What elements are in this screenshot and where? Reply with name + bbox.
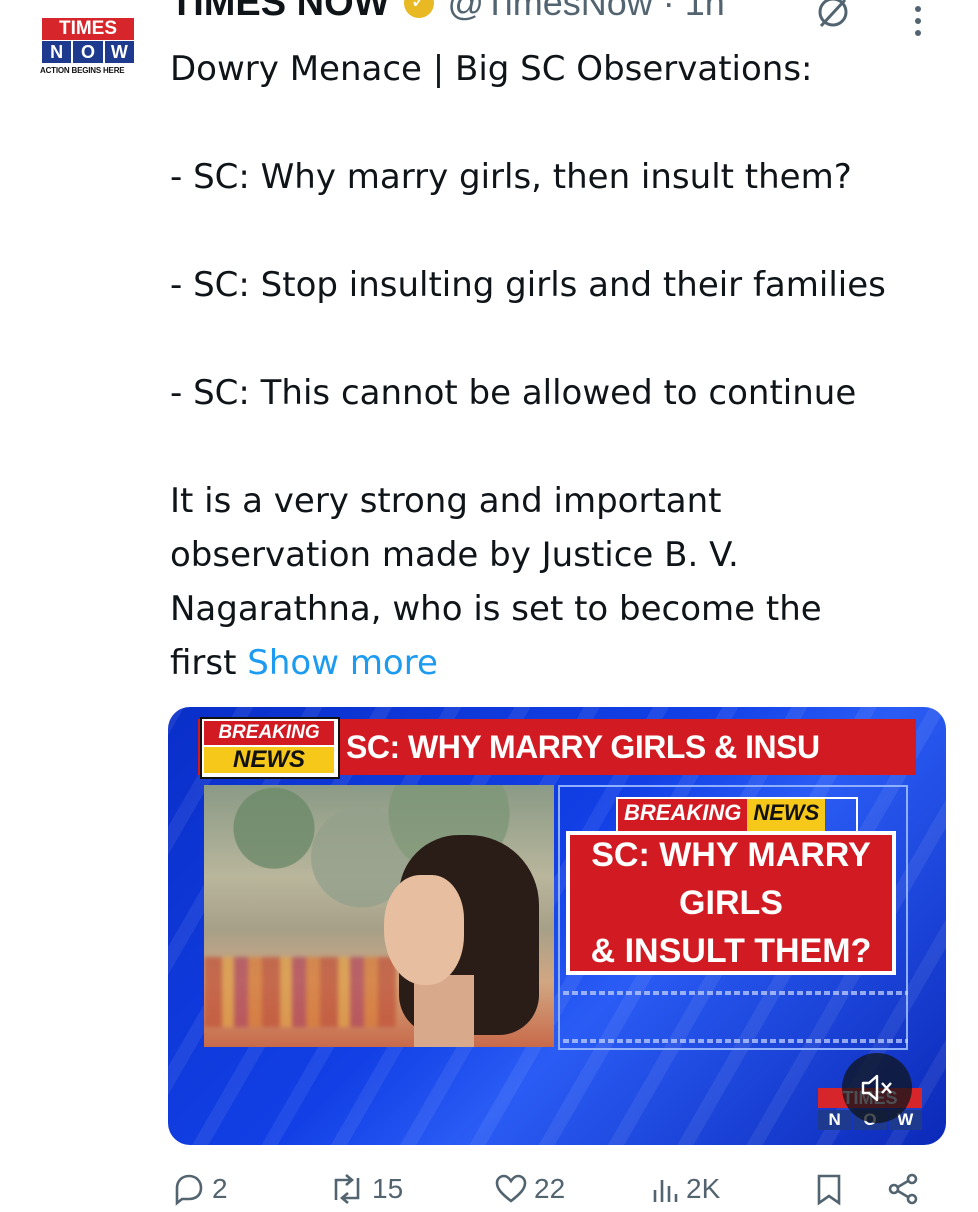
logo-letter: N	[42, 41, 72, 63]
badge-news-text: NEWS	[204, 747, 334, 773]
author-name[interactable]: TIMES NOW	[170, 0, 390, 25]
tweet-line: - SC: This cannot be allowed to continue	[170, 373, 857, 413]
panel-breaking-badge: BREAKING NEWS	[616, 797, 858, 833]
repost-count: 15	[372, 1173, 404, 1204]
top-headline: SC: WHY MARRY GIRLS & INSU	[346, 729, 820, 765]
share-icon	[888, 1173, 918, 1205]
reply-icon	[175, 1174, 203, 1206]
logo-now-text: N O W	[42, 41, 134, 63]
tweet-paragraph-line: first Show more	[170, 636, 960, 690]
tweet-header: TIMES NOW @TimesNow · 1h	[170, 0, 725, 28]
repost-icon	[334, 1174, 360, 1204]
repost-button[interactable]: 15	[328, 1172, 403, 1206]
woman-figure	[379, 835, 539, 1047]
author-avatar[interactable]: TIMES N O W ACTION BEGINS HERE	[38, 18, 138, 80]
logo-letter: W	[104, 41, 134, 63]
video-photo	[204, 785, 554, 1047]
badge-breaking-text: BREAKING	[204, 721, 334, 745]
tweet-actions: 2 15 22 2K	[168, 1172, 948, 1212]
tweet-title: Dowry Menace | Big SC Observations:	[170, 49, 813, 89]
breaking-news-badge: BREAKING NEWS	[200, 717, 340, 779]
ticker-strip	[563, 1039, 908, 1043]
watermark-letter: N	[818, 1110, 852, 1130]
tweet-paragraph-line: It is a very strong and important	[170, 481, 722, 521]
mute-button[interactable]	[842, 1053, 912, 1123]
more-options-icon[interactable]	[915, 6, 929, 36]
times-now-logo: TIMES N O W	[38, 18, 136, 63]
panel-headline-box: SC: WHY MARRY GIRLS & INSULT THEM?	[566, 831, 896, 975]
like-button[interactable]: 22	[494, 1172, 565, 1206]
show-more-link[interactable]: Show more	[247, 643, 438, 683]
tweet-paragraph-line: Nagarathna, who is set to become the	[170, 589, 822, 629]
logo-letter: O	[73, 41, 103, 63]
tweet-paragraph-end: first	[170, 643, 237, 683]
logo-tagline: ACTION BEGINS HERE	[40, 66, 125, 75]
tweet-line: - SC: Stop insulting girls and their fam…	[170, 265, 886, 305]
ticker-strip	[563, 991, 908, 995]
heart-icon	[495, 1174, 527, 1203]
views-button[interactable]: 2K	[650, 1172, 720, 1206]
like-count: 22	[534, 1173, 566, 1204]
bookmark-button[interactable]	[814, 1172, 844, 1206]
views-chart-icon	[653, 1180, 678, 1202]
bookmark-icon	[817, 1174, 841, 1206]
panel-breaking-text: BREAKING	[618, 799, 748, 831]
reply-count: 2	[212, 1173, 228, 1204]
share-button[interactable]	[886, 1172, 920, 1206]
author-handle[interactable]: @TimesNow · 1h	[448, 0, 725, 24]
reply-button[interactable]: 2	[172, 1172, 228, 1206]
panel-headline-line: SC: WHY MARRY GIRLS	[591, 836, 871, 922]
tweet-paragraph-line: observation made by Justice B. V.	[170, 535, 739, 575]
speaker-muted-icon	[861, 1074, 892, 1102]
panel-headline-line: & INSULT THEM?	[590, 932, 872, 970]
video-player[interactable]: BREAKING NEWS SC: WHY MARRY GIRLS & INSU…	[168, 707, 946, 1145]
logo-times-text: TIMES	[42, 18, 134, 40]
tweet-body: Dowry Menace | Big SC Observations: - SC…	[170, 42, 960, 690]
tweet-line: - SC: Why marry girls, then insult them?	[170, 157, 852, 197]
grok-icon[interactable]	[815, 0, 851, 30]
panel-news-text: NEWS	[747, 799, 826, 831]
view-count: 2K	[686, 1173, 721, 1204]
verified-badge-icon	[403, 0, 434, 18]
